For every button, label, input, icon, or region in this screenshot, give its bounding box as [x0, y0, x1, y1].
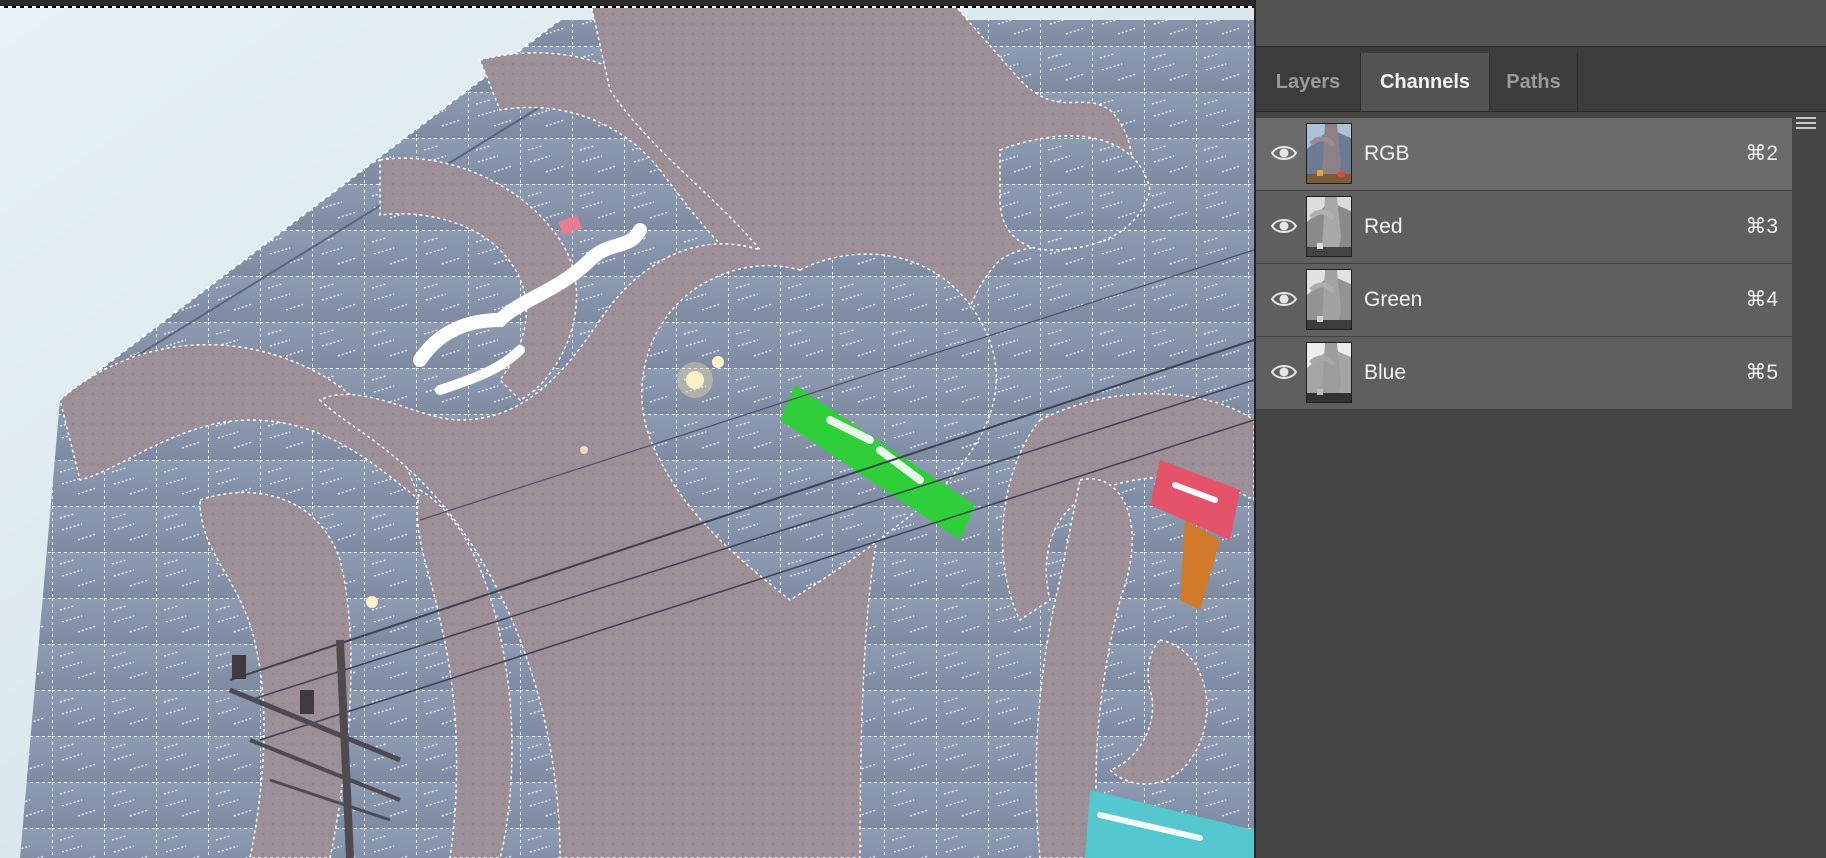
- channel-row-green[interactable]: Green ⌘4: [1256, 264, 1792, 337]
- channel-row-blue[interactable]: Blue ⌘5: [1256, 337, 1792, 410]
- channels-panel: Layers Channels Paths RGB ⌘2 Red ⌘3 Gree…: [1256, 0, 1826, 858]
- eye-icon[interactable]: [1270, 142, 1298, 164]
- channel-thumbnail-blue: [1306, 342, 1352, 403]
- panel-header-bar: [1256, 0, 1826, 47]
- marching-ants: [0, 6, 1254, 8]
- channel-thumbnail-rgb: [1306, 123, 1352, 184]
- document-canvas[interactable]: [0, 0, 1254, 858]
- channel-name: Blue: [1364, 361, 1407, 384]
- channel-thumbnail-red: [1306, 196, 1352, 257]
- tab-channels[interactable]: Channels: [1360, 53, 1490, 111]
- panel-tab-bar: Layers Channels Paths: [1256, 47, 1826, 129]
- selection-marquee-edge: [0, 0, 1254, 8]
- channel-shortcut: ⌘4: [1745, 288, 1778, 311]
- canvas-image: [0, 0, 1254, 858]
- photoshop-window: Layers Channels Paths RGB ⌘2 Red ⌘3 Gree…: [0, 0, 1826, 858]
- eye-icon[interactable]: [1270, 361, 1298, 383]
- channel-shortcut: ⌘5: [1745, 361, 1778, 384]
- eye-icon[interactable]: [1270, 288, 1298, 310]
- channel-shortcut: ⌘3: [1745, 215, 1778, 238]
- channel-row-red[interactable]: Red ⌘3: [1256, 191, 1792, 264]
- channel-list: RGB ⌘2 Red ⌘3 Green ⌘4 Blue ⌘5: [1256, 118, 1792, 410]
- tab-paths[interactable]: Paths: [1490, 53, 1578, 111]
- channel-name: RGB: [1364, 142, 1410, 165]
- eye-icon[interactable]: [1270, 215, 1298, 237]
- channel-thumbnail-green: [1306, 269, 1352, 330]
- panel-menu-icon[interactable]: [1796, 117, 1816, 133]
- channel-name: Green: [1364, 288, 1423, 311]
- channel-shortcut: ⌘2: [1745, 142, 1778, 165]
- tab-layers[interactable]: Layers: [1256, 53, 1360, 111]
- channel-name: Red: [1364, 215, 1403, 238]
- channel-row-rgb[interactable]: RGB ⌘2: [1256, 118, 1792, 191]
